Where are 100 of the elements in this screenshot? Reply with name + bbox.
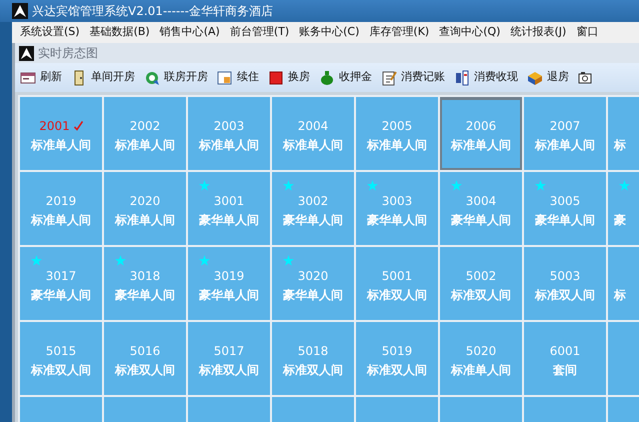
toolbar-button[interactable]: 退房 — [526, 66, 570, 90]
room-type: 豪华单人间 — [199, 212, 259, 228]
toolbar-button[interactable]: 换房 — [267, 66, 311, 90]
room-tile[interactable]: 3001 豪华单人间 — [188, 172, 270, 245]
room-tile[interactable]: 5015 标准双人间 — [20, 322, 102, 395]
room-number: 3017 — [46, 268, 76, 284]
room-type: 豪华单人间 — [283, 286, 343, 304]
room-tile[interactable]: 5002 标准双人间 — [440, 247, 522, 320]
room-type: 标准单人间 — [535, 136, 595, 154]
room-type: 标准单人间 — [283, 136, 343, 154]
room-tile[interactable]: 3003 豪华单人间 — [356, 172, 438, 245]
room-tile[interactable]: 3018 豪华单人间 — [104, 247, 186, 320]
toolbar-button[interactable]: 联房开房 — [143, 66, 209, 90]
star-icon — [535, 180, 546, 191]
room-type: 标准单人间 — [115, 212, 175, 228]
room-tile[interactable]: 豪 — [608, 172, 639, 245]
room-tile[interactable]: 3002 豪华单人间 — [272, 172, 354, 245]
room-type: 豪华单人间 — [283, 212, 343, 228]
room-tile[interactable]: 5016 标准双人间 — [104, 322, 186, 395]
room-type: 豪华单人间 — [31, 286, 91, 304]
room-type: 豪华单人间 — [115, 286, 175, 304]
room-number: 3005 — [550, 192, 580, 210]
room-type: 标准双人间 — [31, 362, 91, 378]
toolbar-button[interactable]: 收押金 — [318, 66, 373, 90]
room-tile[interactable]: 2007 标准单人间 — [524, 97, 606, 170]
room-type: 标准双人间 — [283, 362, 343, 378]
room-tile[interactable]: 3005 豪华单人间 — [524, 172, 606, 245]
logo-icon — [19, 46, 34, 60]
room-tile[interactable]: 5020 标准单人间 — [440, 322, 522, 395]
money-bag-icon — [319, 70, 335, 86]
room-tile[interactable]: 3004 豪华单人间 — [440, 172, 522, 245]
star-icon — [619, 180, 630, 191]
room-tile[interactable]: 2019 标准单人间 — [20, 172, 102, 245]
room-type: 标 — [612, 136, 626, 154]
room-tile[interactable]: 2005 标准单人间 — [356, 97, 438, 170]
room-type: 豪华单人间 — [535, 212, 595, 228]
room-tile[interactable]: 5018 标准双人间 — [272, 322, 354, 395]
room-number: 3020 — [298, 268, 328, 284]
room-type: 标准单人间 — [115, 136, 175, 154]
toolbar-button[interactable]: 消费记账 — [380, 66, 446, 90]
menu-item[interactable]: 系统设置(S) — [20, 24, 80, 41]
star-icon — [283, 255, 294, 266]
window-icon — [217, 70, 233, 86]
toolbar-button[interactable]: 续住 — [216, 66, 260, 90]
room-type: 标准双人间 — [199, 362, 259, 378]
room-tile[interactable]: 2001 标准单人间 — [20, 97, 102, 170]
room-tile[interactable]: 5003 标准双人间 — [524, 247, 606, 320]
room-tile[interactable]: 标 — [608, 247, 639, 320]
room-tile[interactable]: 5019 标准双人间 — [356, 322, 438, 395]
menu-item[interactable]: 账务中心(C) — [299, 24, 360, 41]
room-tile[interactable]: 5001 标准双人间 — [356, 247, 438, 320]
menu-item[interactable]: 窗口 — [576, 24, 598, 41]
room-tile[interactable]: 2003 标准单人间 — [188, 97, 270, 170]
room-type: 标准单人间 — [367, 136, 427, 154]
room-number: 3004 — [466, 192, 496, 210]
room-tile[interactable]: 2006 标准单人间 — [440, 97, 522, 170]
room-tile[interactable]: 3017 豪华单人间 — [20, 247, 102, 320]
star-icon — [199, 255, 210, 266]
toolbar-button[interactable]: 消费收现 — [453, 66, 519, 90]
logo-icon — [12, 3, 28, 19]
toolbar-button[interactable]: 单间开房 — [70, 66, 136, 90]
room-tile[interactable]: 2004 标准单人间 — [272, 97, 354, 170]
room-type: 豪华单人间 — [367, 212, 427, 228]
menu-item[interactable]: 基础数据(B) — [90, 24, 150, 41]
star-icon — [199, 180, 210, 191]
room-type: 标准双人间 — [367, 286, 427, 304]
room-number: 5020 — [466, 342, 496, 360]
room-tile[interactable]: 6001 套间 — [524, 322, 606, 395]
room-number: 5003 — [550, 268, 580, 284]
room-type: 标准双人间 — [535, 286, 595, 304]
room-tile[interactable]: 5017 标准双人间 — [188, 322, 270, 395]
room-number: 5002 — [466, 268, 496, 284]
menu-item[interactable]: 统计报表(J) — [510, 24, 566, 41]
toolbar-button[interactable]: 刷新 — [19, 66, 63, 90]
room-type: 豪华单人间 — [451, 212, 511, 228]
room-tile[interactable]: 2020 标准单人间 — [104, 172, 186, 245]
camera-icon — [578, 70, 594, 86]
room-number: 5019 — [382, 342, 412, 360]
room-type: 标准单人间 — [31, 136, 91, 154]
room-type: 标准单人间 — [31, 212, 91, 228]
room-number: 2020 — [130, 192, 160, 210]
room-tile[interactable]: 3019 豪华单人间 — [188, 247, 270, 320]
room-tile[interactable]: 2002 标准单人间 — [104, 97, 186, 170]
room-type: 标准单人间 — [199, 136, 259, 154]
room-type: 标准双人间 — [451, 286, 511, 304]
room-type: 标准双人间 — [115, 362, 175, 378]
room-tile[interactable]: 标 — [608, 97, 639, 170]
room-number: 3003 — [382, 192, 412, 210]
room-number: 2005 — [382, 118, 412, 134]
room-number: 5001 — [382, 268, 412, 284]
star-icon — [283, 180, 294, 191]
menu-item[interactable]: 查询中心(Q) — [439, 24, 500, 41]
room-number: 2004 — [298, 118, 328, 134]
square-icon — [268, 70, 284, 86]
room-number: 5016 — [130, 342, 160, 360]
room-number: 3002 — [298, 192, 328, 210]
room-tile[interactable]: 3020 豪华单人间 — [272, 247, 354, 320]
menu-item[interactable]: 库存管理(K) — [369, 24, 430, 41]
menu-item[interactable]: 销售中心(A) — [160, 24, 220, 41]
menu-item[interactable]: 前台管理(T) — [230, 24, 290, 41]
